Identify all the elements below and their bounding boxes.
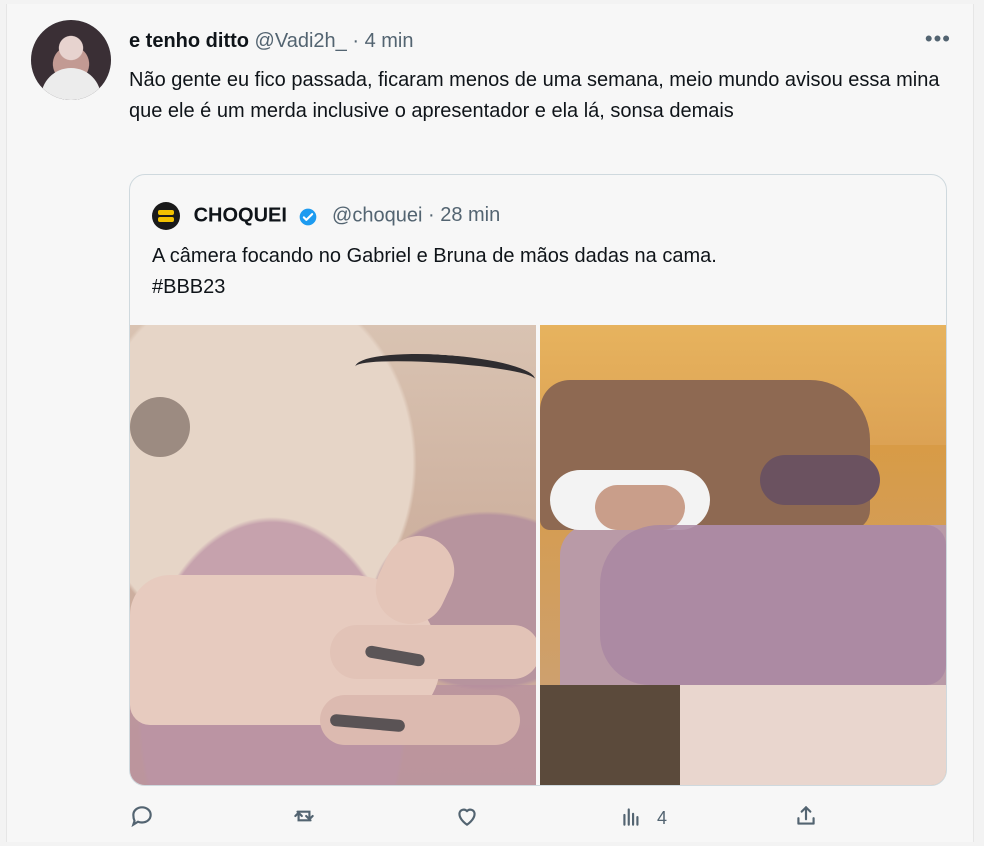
quoted-author-handle[interactable]: @choquei xyxy=(332,205,422,227)
retweet-icon xyxy=(291,803,317,834)
media-image-left[interactable] xyxy=(130,325,536,785)
image-detail xyxy=(760,455,880,505)
tweet-actions: 4 xyxy=(129,800,829,836)
quoted-media[interactable] xyxy=(130,325,946,785)
tweet-text: Não gente eu fico passada, ficaram menos… xyxy=(129,69,940,122)
tweet-time[interactable]: 4 min xyxy=(365,30,414,52)
image-detail xyxy=(540,685,680,785)
views-button[interactable]: 4 xyxy=(619,800,667,836)
tweet[interactable]: e tenho ditto @Vadi2h_ · 4 min ••• Não g… xyxy=(6,4,974,842)
image-detail xyxy=(660,685,946,785)
share-icon xyxy=(793,803,819,834)
author-name[interactable]: e tenho ditto xyxy=(129,30,249,52)
tweet-header: e tenho ditto @Vadi2h_ · 4 min xyxy=(129,29,413,53)
verified-badge-icon xyxy=(298,206,318,226)
image-detail xyxy=(330,625,536,679)
hashtag[interactable]: #BBB23 xyxy=(152,272,932,303)
quoted-text-line1: A câmera focando no Gabriel e Bruna de m… xyxy=(152,245,717,267)
quoted-separator: · xyxy=(427,204,435,226)
author-avatar[interactable] xyxy=(31,20,111,100)
media-image-right[interactable] xyxy=(540,325,946,785)
image-detail xyxy=(130,397,190,457)
reply-button[interactable] xyxy=(129,800,155,836)
quoted-tweet[interactable]: CHOQUEI @choquei · 28 min A câmera focan… xyxy=(129,174,947,786)
author-handle[interactable]: @Vadi2h_ xyxy=(255,30,347,52)
image-detail xyxy=(353,348,536,398)
quoted-author-name[interactable]: CHOQUEI xyxy=(194,205,287,227)
share-button[interactable] xyxy=(793,800,819,836)
quoted-text: A câmera focando no Gabriel e Bruna de m… xyxy=(152,241,932,303)
reply-icon xyxy=(129,803,155,834)
image-detail xyxy=(595,485,685,530)
like-icon xyxy=(454,803,480,834)
views-count: 4 xyxy=(657,807,668,828)
retweet-button[interactable] xyxy=(291,800,317,836)
choquei-avatar[interactable] xyxy=(152,201,180,230)
views-icon xyxy=(619,803,645,834)
like-button[interactable] xyxy=(454,800,480,836)
quoted-time[interactable]: 28 min xyxy=(440,204,500,226)
more-horizontal-icon[interactable]: ••• xyxy=(925,26,951,52)
separator: · xyxy=(352,30,359,52)
quoted-header: CHOQUEI @choquei · 28 min xyxy=(152,200,500,230)
image-detail xyxy=(600,525,946,685)
